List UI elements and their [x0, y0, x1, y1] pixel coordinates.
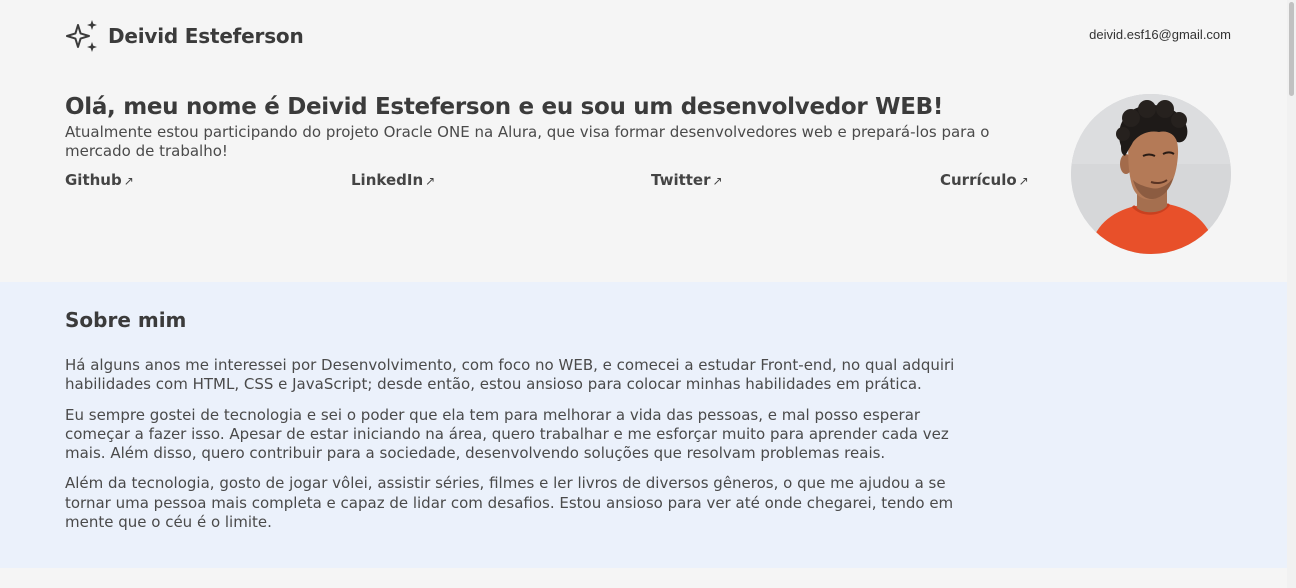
linkedin-link[interactable]: LinkedIn ↗	[351, 171, 435, 189]
about-paragraphs: Há alguns anos me interessei por Desenvo…	[65, 356, 970, 543]
site-header: Deivid Esteferson deivid.esf16@gmail.com	[0, 0, 1287, 72]
email-link[interactable]: deivid.esf16@gmail.com	[1089, 27, 1231, 42]
brand[interactable]: Deivid Esteferson	[66, 18, 304, 54]
about-title: Sobre mim	[65, 308, 187, 332]
page-scrollbar[interactable]	[1287, 0, 1296, 588]
site-name: Deivid Esteferson	[108, 24, 304, 48]
twitter-link-label: Twitter	[651, 171, 711, 189]
curriculo-link-label: Currículo	[940, 171, 1017, 189]
github-link-label: Github	[65, 171, 122, 189]
profile-photo	[1071, 94, 1231, 254]
github-link[interactable]: Github ↗	[65, 171, 134, 189]
hero-intro: Atualmente estou participando do projeto…	[65, 123, 990, 160]
profile-photo-illustration	[1071, 94, 1231, 254]
sparkles-icon	[66, 20, 97, 52]
scrollbar-thumb[interactable]	[1289, 2, 1294, 96]
social-links: Github ↗ LinkedIn ↗ Twitter ↗ Currículo ↗	[65, 171, 1029, 193]
about-paragraph: Há alguns anos me interessei por Desenvo…	[65, 356, 955, 394]
linkedin-link-label: LinkedIn	[351, 171, 424, 189]
arrow-up-right-icon: ↗	[123, 174, 134, 188]
arrow-up-right-icon: ↗	[425, 174, 436, 188]
about-paragraph: Eu sempre gostei de tecnologia e sei o p…	[65, 405, 949, 463]
hero-section: Olá, meu nome é Deivid Esteferson e eu s…	[0, 72, 1287, 282]
curriculo-link[interactable]: Currículo ↗	[940, 171, 1029, 189]
about-paragraph: Além da tecnologia, gosto de jogar vôlei…	[65, 474, 954, 532]
arrow-up-right-icon: ↗	[712, 174, 723, 188]
about-section: Sobre mim Há alguns anos me interessei p…	[0, 282, 1287, 568]
hero-title: Olá, meu nome é Deivid Esteferson e eu s…	[65, 94, 944, 120]
arrow-up-right-icon: ↗	[1018, 174, 1029, 188]
twitter-link[interactable]: Twitter ↗	[651, 171, 723, 189]
